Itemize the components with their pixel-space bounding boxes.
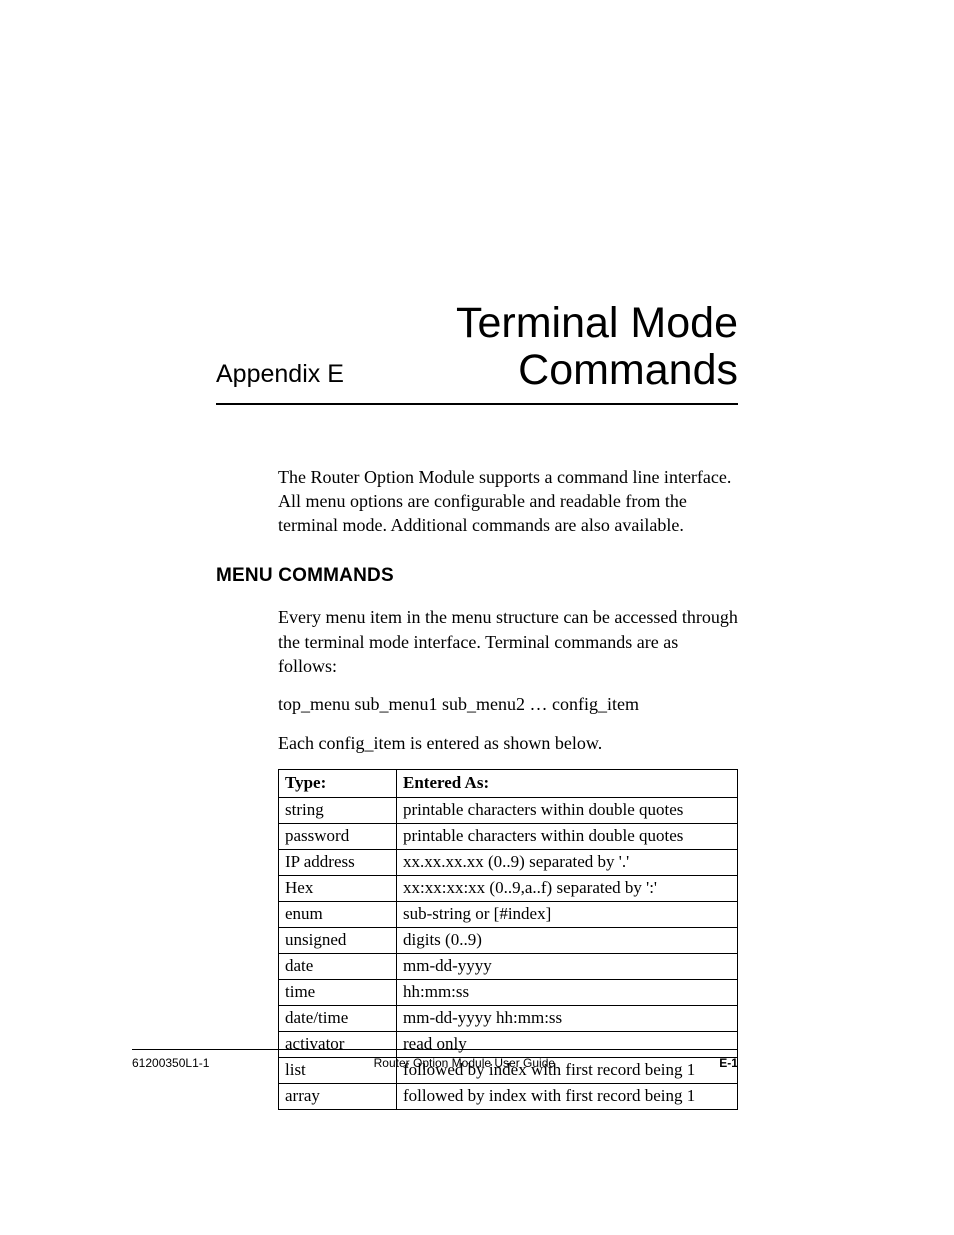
cell-type: unsigned xyxy=(279,927,397,953)
page-title: Terminal Mode Commands xyxy=(456,300,738,395)
cell-entered: sub-string or [#index] xyxy=(397,901,738,927)
title-header: Appendix E Terminal Mode Commands xyxy=(216,300,738,405)
table-row: stringprintable characters within double… xyxy=(279,797,738,823)
body-paragraph-2: top_menu sub_menu1 sub_menu2 … config_it… xyxy=(278,692,738,716)
cell-entered: xx.xx.xx.xx (0..9) separated by '.' xyxy=(397,849,738,875)
title-line-2: Commands xyxy=(518,346,738,394)
intro-paragraph: The Router Option Module supports a comm… xyxy=(278,465,738,538)
page-content: Appendix E Terminal Mode Commands The Ro… xyxy=(0,0,954,1110)
cell-type: IP address xyxy=(279,849,397,875)
table-row: passwordprintable characters within doub… xyxy=(279,823,738,849)
table-row: datemm-dd-yyyy xyxy=(279,953,738,979)
cell-type: Hex xyxy=(279,875,397,901)
table-row: enumsub-string or [#index] xyxy=(279,901,738,927)
footer-doc-title: Router Option Module User Guide xyxy=(374,1056,555,1070)
cell-entered: mm-dd-yyyy hh:mm:ss xyxy=(397,1005,738,1031)
table-header-entered-as: Entered As: xyxy=(397,769,738,797)
table-row: arrayfollowed by index with first record… xyxy=(279,1083,738,1109)
cell-entered: followed by index with first record bein… xyxy=(397,1083,738,1109)
title-line-1: Terminal Mode xyxy=(456,299,738,347)
cell-entered: digits (0..9) xyxy=(397,927,738,953)
cell-entered: printable characters within double quote… xyxy=(397,823,738,849)
section-heading-menu-commands: MENU COMMANDS xyxy=(216,565,738,587)
body-paragraph-3: Each config_item is entered as shown bel… xyxy=(278,731,738,755)
table-row: IP addressxx.xx.xx.xx (0..9) separated b… xyxy=(279,849,738,875)
table-header-type: Type: xyxy=(279,769,397,797)
table-row: timehh:mm:ss xyxy=(279,979,738,1005)
cell-type: date/time xyxy=(279,1005,397,1031)
cell-entered: hh:mm:ss xyxy=(397,979,738,1005)
cell-type: array xyxy=(279,1083,397,1109)
cell-type: string xyxy=(279,797,397,823)
footer-page-number: E-1 xyxy=(719,1056,738,1070)
appendix-label: Appendix E xyxy=(216,360,344,395)
table-row: unsigneddigits (0..9) xyxy=(279,927,738,953)
table-header-row: Type: Entered As: xyxy=(279,769,738,797)
cell-entered: xx:xx:xx:xx (0..9,a..f) separated by ':' xyxy=(397,875,738,901)
cell-type: enum xyxy=(279,901,397,927)
footer-doc-number: 61200350L1-1 xyxy=(132,1056,209,1070)
table-row: Hexxx:xx:xx:xx (0..9,a..f) separated by … xyxy=(279,875,738,901)
cell-type: time xyxy=(279,979,397,1005)
table-row: date/timemm-dd-yyyy hh:mm:ss xyxy=(279,1005,738,1031)
cell-entered: printable characters within double quote… xyxy=(397,797,738,823)
page-footer: 61200350L1-1 Router Option Module User G… xyxy=(132,1049,738,1070)
body-paragraph-1: Every menu item in the menu structure ca… xyxy=(278,605,738,678)
cell-type: password xyxy=(279,823,397,849)
cell-type: date xyxy=(279,953,397,979)
cell-entered: mm-dd-yyyy xyxy=(397,953,738,979)
